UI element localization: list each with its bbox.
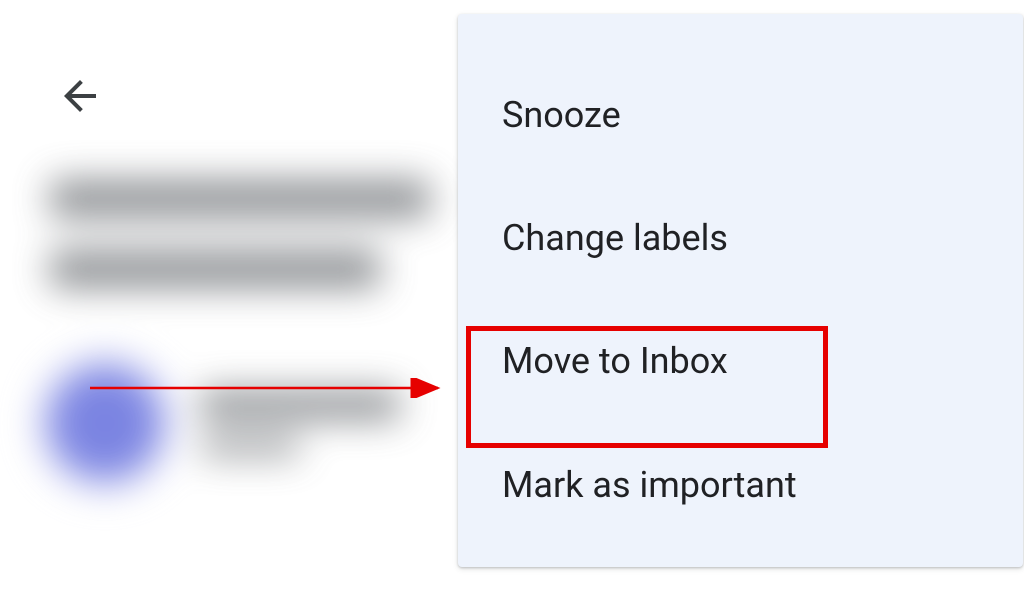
menu-item-change-labels[interactable]: Change labels: [458, 177, 1023, 300]
menu-item-label: Move to Inbox: [502, 340, 728, 382]
blurred-sender-meta: [200, 438, 300, 456]
email-content-blurred: [50, 180, 470, 478]
menu-item-snooze[interactable]: Snooze: [458, 54, 1023, 177]
back-arrow-icon: [56, 72, 104, 120]
menu-item-label: Snooze: [502, 94, 621, 136]
annotation-arrow: [90, 378, 450, 398]
menu-item-move-to-inbox[interactable]: Move to Inbox: [458, 300, 1023, 423]
menu-item-label: Mark as important: [502, 464, 797, 506]
menu-item-mark-as-important[interactable]: Mark as important: [458, 424, 1023, 547]
menu-item-label: Change labels: [502, 217, 728, 259]
overflow-menu: Snooze Change labels Move to Inbox Mark …: [458, 14, 1023, 567]
blurred-subject-line: [50, 250, 380, 288]
blurred-subject-line: [50, 180, 430, 218]
back-button[interactable]: [56, 72, 104, 120]
